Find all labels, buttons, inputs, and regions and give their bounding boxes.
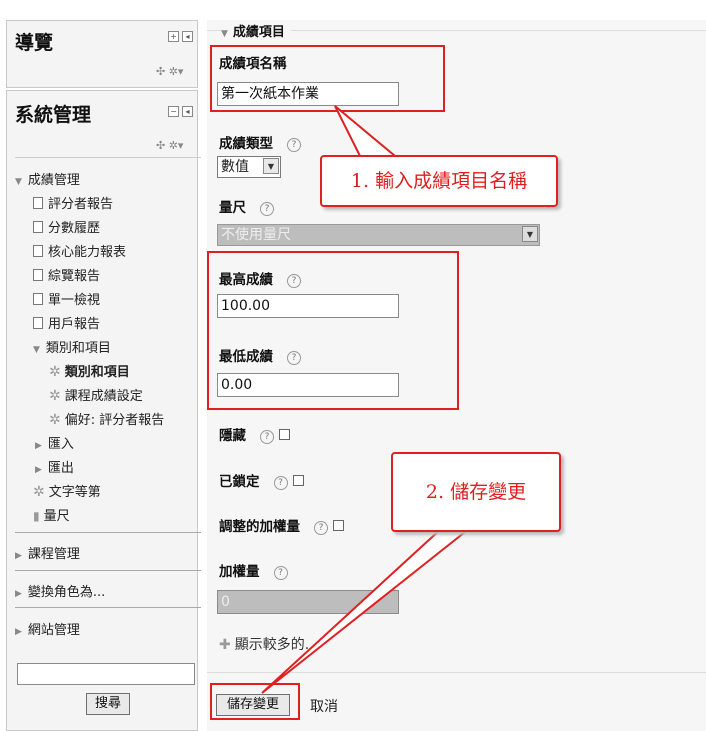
callout1-pointer — [334, 105, 398, 157]
annotation-callout-1: 1. 輸入成績項目名稱 — [320, 155, 558, 207]
annotation-callout-2: 2. 儲存變更 — [391, 452, 561, 532]
callout2-pointer — [261, 527, 473, 694]
annotation-arrows — [261, 105, 473, 694]
